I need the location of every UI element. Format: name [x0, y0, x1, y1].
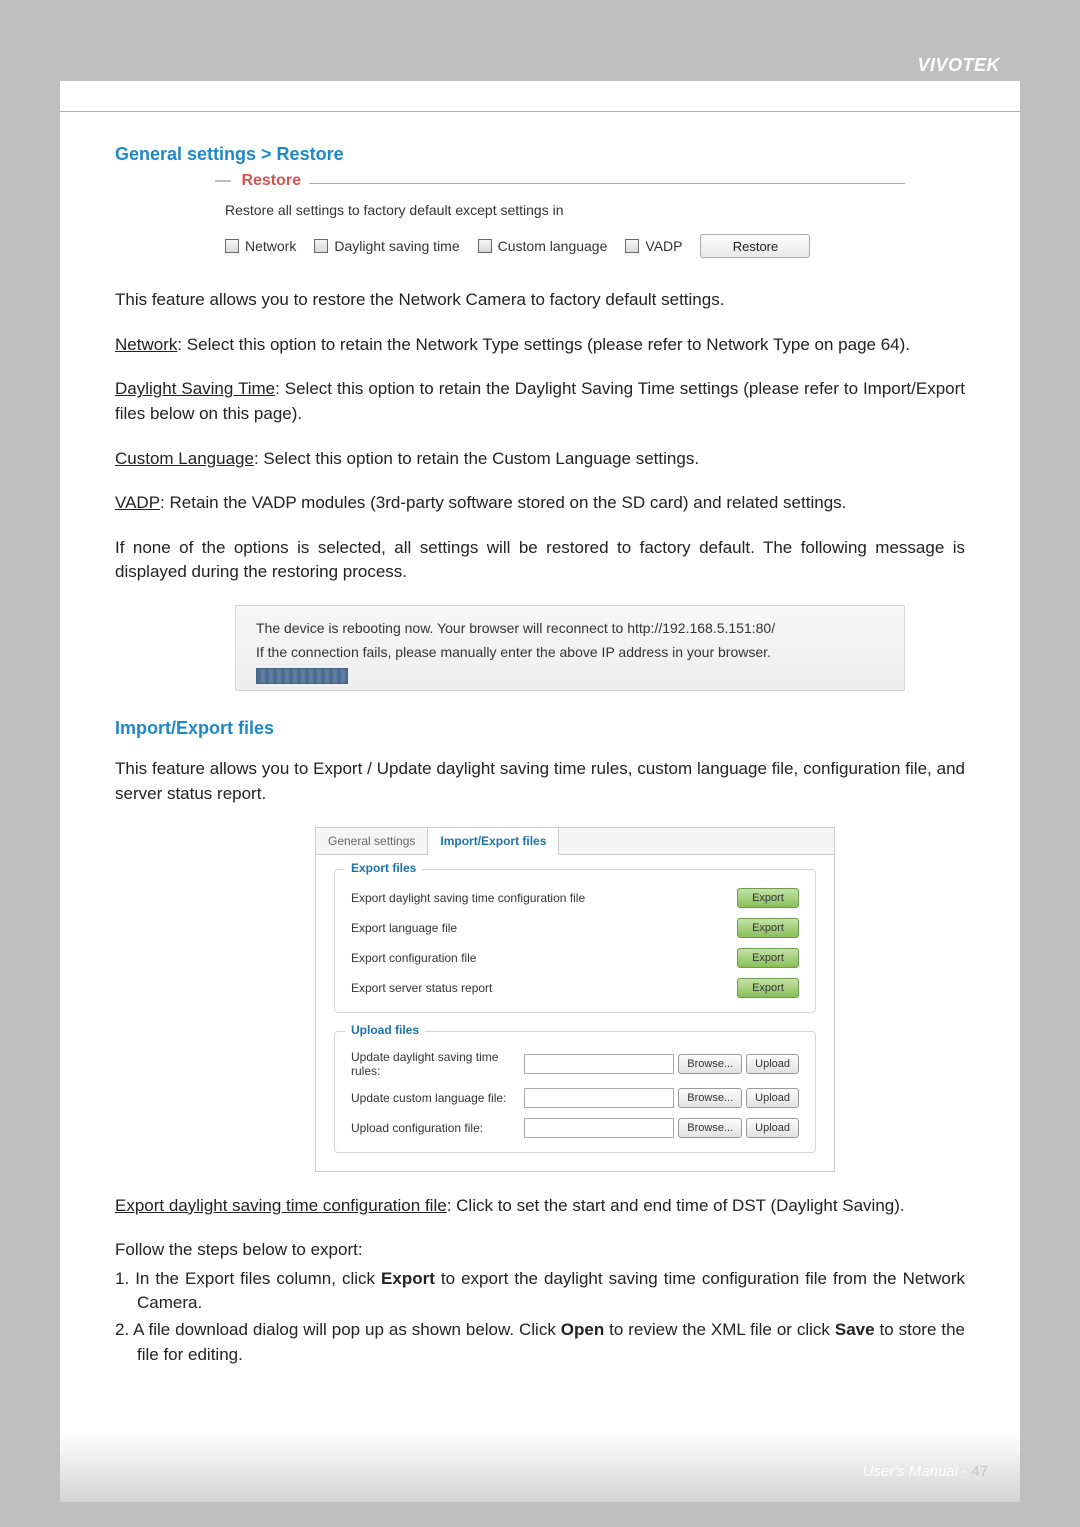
export-dst-note: Export daylight saving time configuratio…: [115, 1194, 965, 1219]
upload-row-config: Upload configuration file: Browse... Upl…: [351, 1118, 799, 1138]
restore-button[interactable]: Restore: [700, 234, 810, 258]
export-button[interactable]: Export: [737, 888, 799, 908]
export-button[interactable]: Export: [737, 918, 799, 938]
tab-bar: General settings Import/Export files: [316, 828, 834, 855]
reboot-message-box: The device is rebooting now. Your browse…: [235, 605, 905, 691]
checkbox-label: Custom language: [498, 238, 608, 254]
tab-general-settings[interactable]: General settings: [316, 828, 428, 854]
opt-vadp: VADP: Retain the VADP modules (3rd-party…: [115, 491, 965, 516]
tab-import-export[interactable]: Import/Export files: [428, 828, 559, 855]
restore-legend: — Restore: [215, 172, 309, 190]
checkbox-icon: [314, 239, 328, 253]
file-path-input[interactable]: [524, 1054, 674, 1074]
export-button[interactable]: Export: [737, 978, 799, 998]
browse-button[interactable]: Browse...: [678, 1054, 742, 1074]
reboot-line-2: If the connection fails, please manually…: [256, 644, 884, 660]
restore-fallback: If none of the options is selected, all …: [115, 536, 965, 585]
steps-list: 1. In the Export files column, click Exp…: [115, 1267, 965, 1368]
restore-panel: — Restore Restore all settings to factor…: [225, 183, 905, 258]
steps-intro: Follow the steps below to export:: [115, 1238, 965, 1263]
import-export-panel: General settings Import/Export files Exp…: [315, 827, 835, 1172]
export-row-dst: Export daylight saving time configuratio…: [351, 888, 799, 908]
export-row-status: Export server status report Export: [351, 978, 799, 998]
checkbox-custom-language[interactable]: Custom language: [478, 238, 608, 254]
upload-button[interactable]: Upload: [746, 1118, 799, 1138]
upload-button[interactable]: Upload: [746, 1054, 799, 1074]
export-button[interactable]: Export: [737, 948, 799, 968]
footer: User's Manual - 47: [863, 1463, 988, 1480]
file-path-input[interactable]: [524, 1088, 674, 1108]
opt-dst: Daylight Saving Time: Select this option…: [115, 377, 965, 426]
progress-bar-icon: [256, 668, 348, 684]
checkbox-icon: [225, 239, 239, 253]
export-row-language: Export language file Export: [351, 918, 799, 938]
browse-button[interactable]: Browse...: [678, 1088, 742, 1108]
brand-logo: VIVOTEK: [917, 55, 1000, 76]
section-title-restore: General settings > Restore: [115, 144, 965, 165]
opt-custom-language: Custom Language: Select this option to r…: [115, 447, 965, 472]
export-row-config: Export configuration file Export: [351, 948, 799, 968]
checkbox-vadp[interactable]: VADP: [625, 238, 682, 254]
upload-row-language: Update custom language file: Browse... U…: [351, 1088, 799, 1108]
checkbox-label: Daylight saving time: [334, 238, 459, 254]
checkbox-icon: [625, 239, 639, 253]
export-files-fieldset: Export files Export daylight saving time…: [334, 869, 816, 1013]
upload-button[interactable]: Upload: [746, 1088, 799, 1108]
checkbox-dst[interactable]: Daylight saving time: [314, 238, 459, 254]
collapse-icon[interactable]: —: [215, 172, 231, 189]
import-export-intro: This feature allows you to Export / Upda…: [115, 757, 965, 806]
page: VIVOTEK General settings > Restore — Res…: [60, 25, 1020, 1502]
checkbox-label: VADP: [645, 238, 682, 254]
checkbox-network[interactable]: Network: [225, 238, 296, 254]
restore-intro: This feature allows you to restore the N…: [115, 288, 965, 313]
export-files-legend: Export files: [345, 861, 422, 875]
header-bar: VIVOTEK: [60, 25, 1020, 81]
checkbox-label: Network: [245, 238, 296, 254]
file-path-input[interactable]: [524, 1118, 674, 1138]
checkbox-icon: [478, 239, 492, 253]
browse-button[interactable]: Browse...: [678, 1118, 742, 1138]
reboot-line-1: The device is rebooting now. Your browse…: [256, 620, 884, 636]
section-title-import-export: Import/Export files: [115, 715, 965, 741]
upload-files-fieldset: Upload files Update daylight saving time…: [334, 1031, 816, 1153]
upload-files-legend: Upload files: [345, 1023, 425, 1037]
step-2: 2. A file download dialog will pop up as…: [115, 1318, 965, 1367]
step-1: 1. In the Export files column, click Exp…: [115, 1267, 965, 1316]
upload-row-dst: Update daylight saving time rules: Brows…: [351, 1050, 799, 1078]
restore-description: Restore all settings to factory default …: [225, 202, 905, 218]
opt-network: Network: Select this option to retain th…: [115, 333, 965, 358]
content-area: General settings > Restore — Restore Res…: [60, 112, 1020, 1367]
